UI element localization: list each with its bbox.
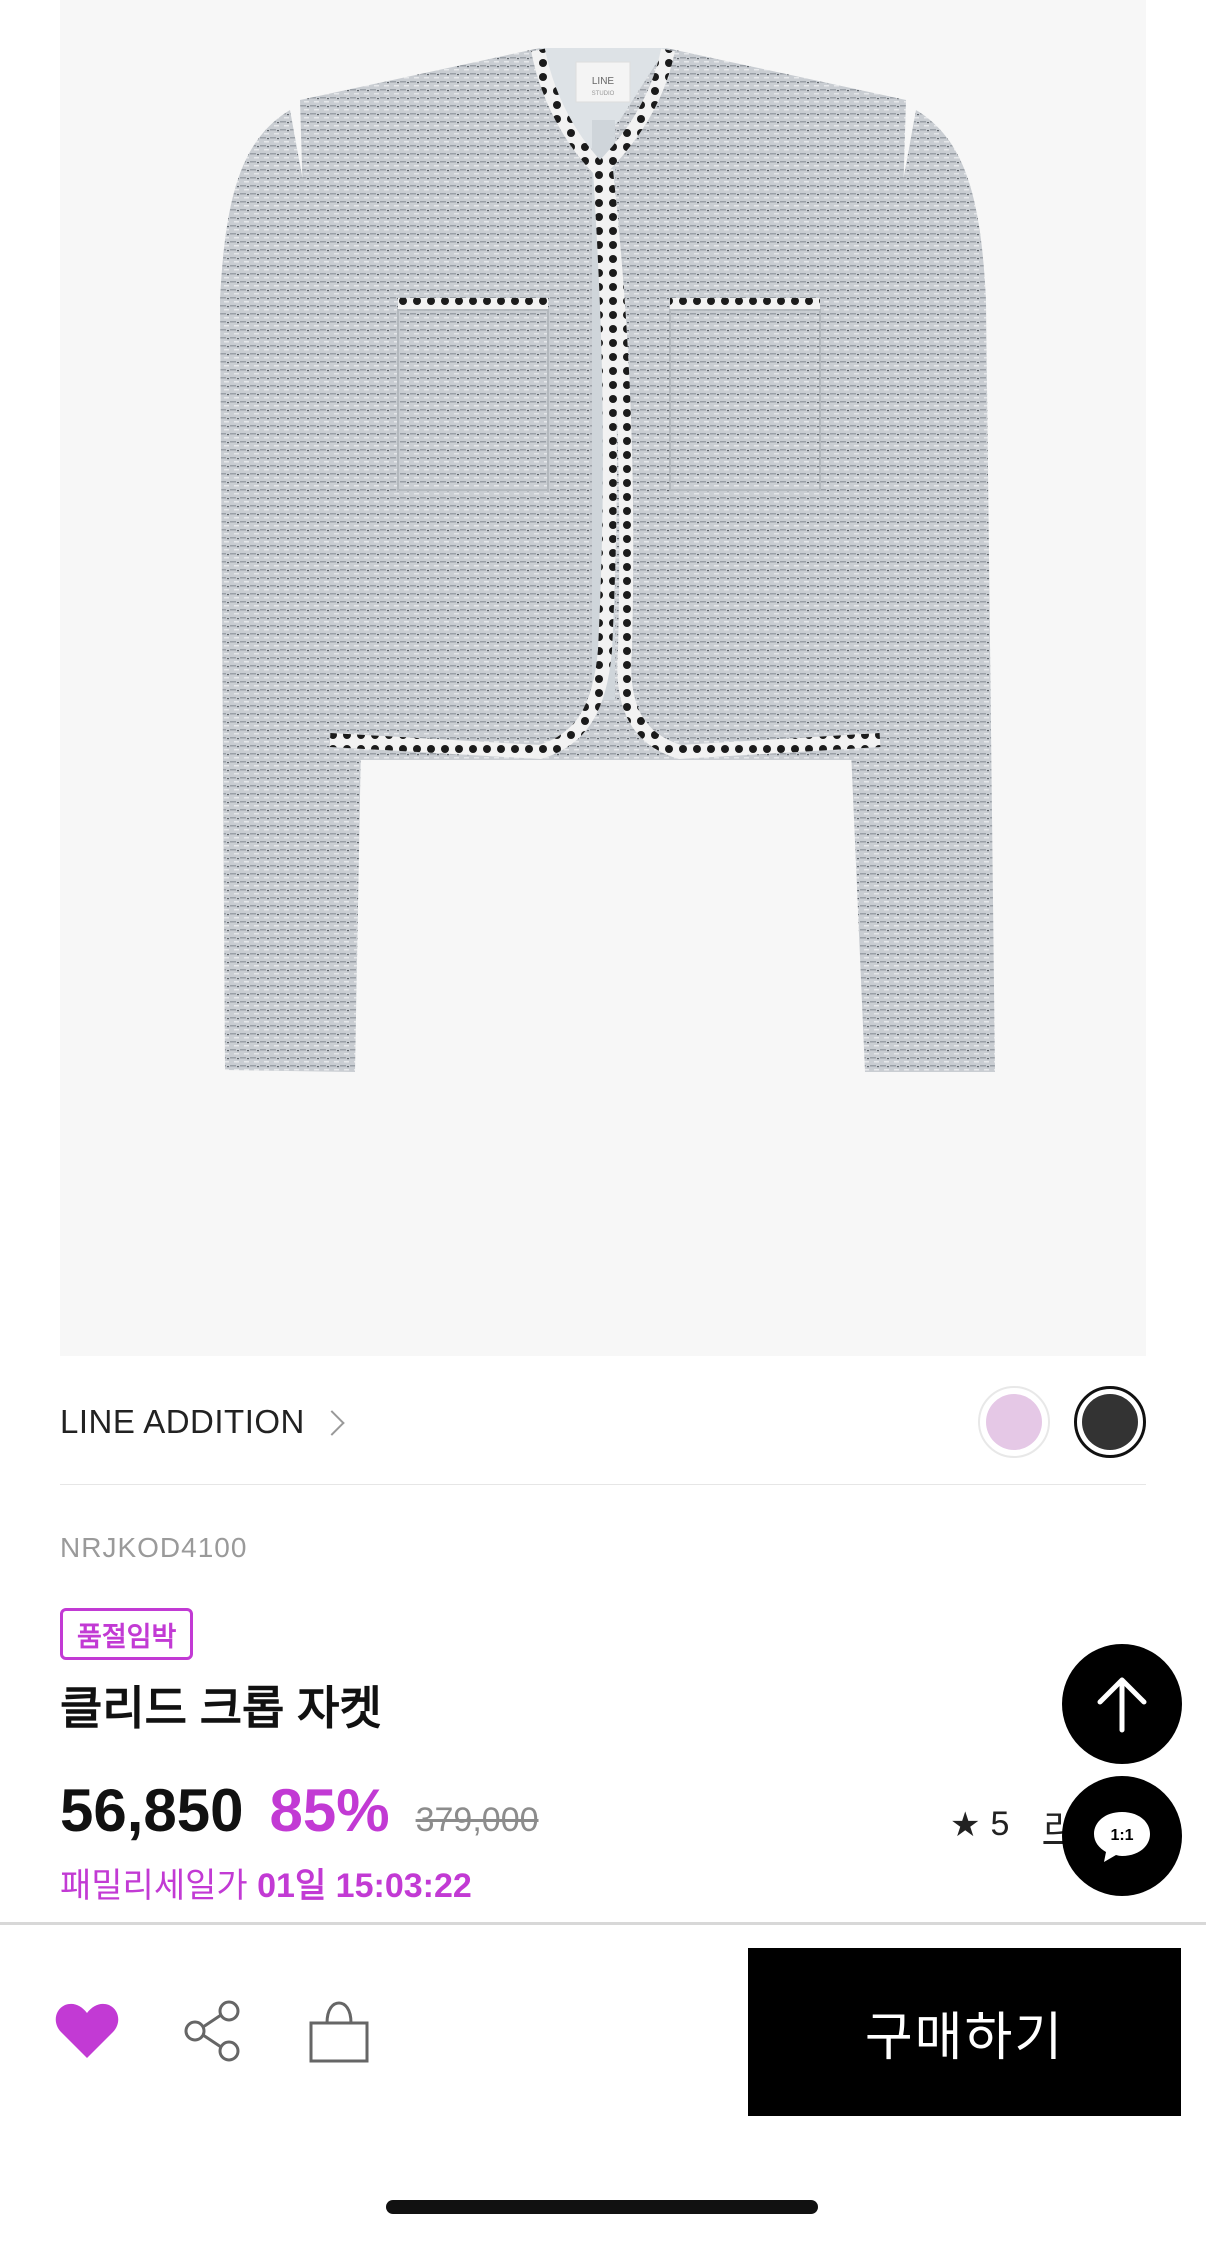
- color-swatches: [978, 1386, 1146, 1458]
- chat-button[interactable]: 1:1: [1062, 1776, 1182, 1896]
- sale-label: 패밀리세일가: [60, 1867, 248, 1905]
- sale-price: 56,850: [60, 1777, 244, 1844]
- home-indicator: [386, 2200, 818, 2214]
- star-icon: ★: [950, 1805, 981, 1844]
- jacket-label-bottom: STUDIO: [592, 91, 615, 97]
- brand-name: LINE ADDITION: [60, 1403, 305, 1440]
- sale-countdown: 패밀리세일가 01일 15:03:22: [60, 1858, 472, 1907]
- shopping-bag-icon: [309, 2001, 369, 2063]
- product-title: 클리드 크롭 자켓: [60, 1682, 382, 1734]
- brand-link[interactable]: LINE ADDITION: [60, 1403, 345, 1441]
- scroll-top-button[interactable]: [1062, 1644, 1182, 1764]
- product-code: NRJKOD4100: [60, 1532, 248, 1563]
- divider: [60, 1484, 1146, 1485]
- heart-icon: [55, 2003, 119, 2058]
- swatch-pink-fill: [986, 1394, 1042, 1450]
- chat-label: 1:1: [1110, 1827, 1133, 1844]
- jacket-label-top: LINE: [592, 76, 615, 87]
- buy-button[interactable]: 구매하기: [748, 1948, 1181, 2116]
- swatch-pink[interactable]: [978, 1386, 1050, 1458]
- share-button[interactable]: [178, 1996, 248, 2066]
- status-badge: 품절임박: [60, 1608, 194, 1660]
- original-price: 379,000: [415, 1801, 539, 1839]
- chevron-right-icon: [319, 1410, 345, 1436]
- discount-rate: 85%: [269, 1777, 390, 1844]
- swatch-dark[interactable]: [1074, 1386, 1146, 1458]
- price-row: 56,850 85% 379,000: [60, 1776, 539, 1845]
- rating-value: 5: [990, 1805, 1010, 1843]
- wishlist-button[interactable]: [52, 1996, 122, 2066]
- share-icon: [184, 2000, 240, 2062]
- jacket-illustration: LINE STUDIO: [220, 48, 995, 1072]
- chat-bubble-icon: 1:1: [1094, 1812, 1150, 1862]
- swatch-dark-fill: [1082, 1394, 1138, 1450]
- arrow-up-icon: [1097, 1677, 1147, 1733]
- brand-row: LINE ADDITION: [60, 1380, 1146, 1464]
- product-image[interactable]: LINE STUDIO: [60, 0, 1146, 1356]
- countdown-timer: 01일 15:03:22: [257, 1867, 472, 1905]
- cart-button[interactable]: [304, 1996, 374, 2066]
